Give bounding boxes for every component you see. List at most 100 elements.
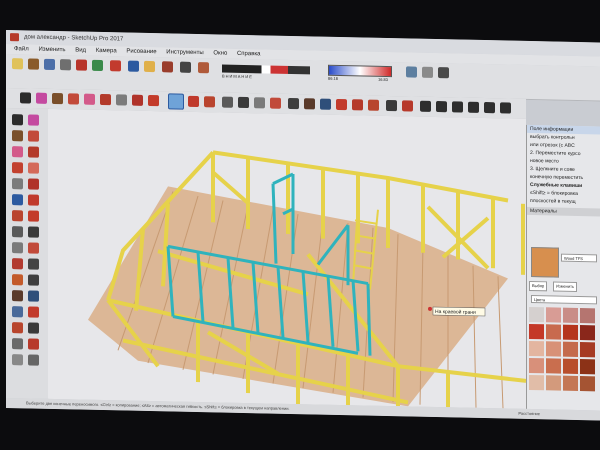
zoom-icon[interactable] (320, 98, 331, 110)
print-icon[interactable] (162, 61, 173, 73)
dimension-tool-icon[interactable] (28, 226, 39, 238)
axes-tool-icon[interactable] (12, 258, 23, 270)
instructor-header[interactable]: Поле информации (527, 124, 600, 135)
menu-view[interactable]: Вид (75, 45, 86, 55)
material-swatch[interactable] (546, 375, 561, 391)
select-tool-icon[interactable] (12, 114, 23, 126)
offset-icon[interactable] (148, 94, 159, 107)
follow-me-tool-icon[interactable] (28, 178, 39, 190)
line-icon[interactable] (52, 92, 63, 105)
tape-icon[interactable] (222, 96, 233, 108)
eraser-icon[interactable] (36, 92, 47, 104)
menu-help[interactable]: Справка (237, 49, 261, 59)
move-tool-icon[interactable] (12, 194, 23, 206)
protractor-tool-icon[interactable] (12, 242, 23, 254)
material-swatch[interactable] (529, 323, 544, 340)
material-swatch[interactable] (563, 358, 578, 374)
new-file-icon[interactable] (12, 58, 23, 70)
material-swatch[interactable] (529, 340, 544, 357)
erase-icon[interactable] (110, 60, 121, 72)
text-icon[interactable] (270, 97, 281, 109)
arc-icon[interactable] (68, 93, 79, 105)
material-swatch[interactable] (580, 308, 595, 324)
scale-icon[interactable] (204, 96, 215, 108)
material-swatch[interactable] (580, 359, 595, 375)
walk-icon[interactable] (386, 99, 397, 112)
scale-tool-icon[interactable] (12, 210, 23, 222)
sandbox-tool-icon[interactable] (12, 354, 23, 366)
tab-edit[interactable]: Изменить (553, 281, 578, 292)
move-icon[interactable] (168, 93, 184, 110)
shadow-icon[interactable] (422, 66, 433, 78)
menu-file[interactable]: Файл (14, 44, 29, 54)
section-icon[interactable] (402, 100, 413, 112)
house-frame-model[interactable]: На краевой грани (48, 109, 526, 409)
copy-icon[interactable] (76, 59, 87, 71)
drawing-viewport[interactable]: На краевой грани (48, 108, 526, 409)
offset-tool-icon[interactable] (28, 210, 39, 222)
zoom-extents-icon[interactable] (336, 98, 347, 111)
redo-icon[interactable] (144, 60, 155, 73)
rectangle-icon[interactable] (84, 93, 95, 105)
left-view-icon[interactable] (500, 102, 511, 114)
right-view-icon[interactable] (468, 101, 479, 113)
dimension-icon[interactable] (238, 96, 249, 109)
warehouse-icon[interactable] (198, 62, 209, 74)
rectangle-tool-icon[interactable] (12, 146, 23, 158)
material-swatch[interactable] (546, 341, 561, 357)
save-icon[interactable] (44, 58, 55, 71)
materials-header[interactable]: Материалы (527, 206, 600, 217)
material-swatch[interactable] (546, 324, 561, 340)
pan-tool-icon[interactable] (12, 290, 23, 302)
circle-icon[interactable] (100, 93, 111, 106)
follow-me-icon[interactable] (132, 94, 143, 106)
orbit-icon[interactable] (288, 97, 299, 110)
menu-window[interactable]: Окно (213, 48, 227, 58)
rotate-tool-icon[interactable] (28, 194, 39, 206)
undo-icon[interactable] (128, 60, 139, 72)
model-info-icon[interactable] (180, 61, 191, 73)
material-swatch[interactable] (529, 374, 544, 391)
material-swatch[interactable] (580, 325, 595, 341)
open-file-icon[interactable] (28, 58, 39, 70)
tab-select[interactable]: Выбор (529, 280, 548, 292)
menu-camera[interactable]: Камера (96, 46, 117, 56)
zoom-window-tool-icon[interactable] (12, 306, 23, 318)
menu-edit[interactable]: Изменить (38, 45, 65, 56)
dynamic-tool-icon[interactable] (28, 354, 39, 366)
freehand-tool-icon[interactable] (28, 162, 39, 174)
material-swatch[interactable] (546, 358, 561, 374)
material-swatch[interactable] (563, 307, 578, 323)
layers-icon[interactable] (406, 66, 417, 78)
orbit-tool-icon[interactable] (28, 274, 39, 286)
section-tool-icon[interactable] (28, 338, 39, 350)
rotate-icon[interactable] (188, 95, 199, 108)
material-swatch[interactable] (529, 306, 544, 323)
material-name-field[interactable]: Wood TFS (561, 253, 597, 263)
eraser-tool-icon[interactable] (28, 114, 39, 126)
text-tool-icon[interactable] (28, 242, 39, 254)
camera-icon[interactable] (368, 99, 379, 111)
previous-view-icon[interactable] (352, 99, 363, 111)
look-around-tool-icon[interactable] (12, 338, 23, 350)
cut-icon[interactable] (60, 59, 71, 71)
protractor-icon[interactable] (254, 97, 265, 109)
paint-tool-icon[interactable] (12, 274, 23, 286)
3d-text-tool-icon[interactable] (28, 258, 39, 270)
polygon-tool-icon[interactable] (12, 162, 23, 174)
material-swatch[interactable] (529, 357, 544, 374)
pan-icon[interactable] (304, 98, 315, 110)
pencil-tool-icon[interactable] (12, 130, 23, 142)
tape-tool-icon[interactable] (12, 226, 23, 238)
material-swatch[interactable] (563, 375, 578, 391)
push-pull-tool-icon[interactable] (12, 178, 23, 190)
zoom-extents-tool-icon[interactable] (28, 306, 39, 318)
material-swatch[interactable] (580, 342, 595, 358)
back-view-icon[interactable] (484, 102, 495, 114)
material-swatch[interactable] (580, 376, 595, 392)
position-camera-tool-icon[interactable] (12, 322, 23, 334)
material-swatch[interactable] (563, 324, 578, 340)
paste-icon[interactable] (92, 59, 103, 72)
circle-tool-icon[interactable] (28, 146, 39, 158)
fog-icon[interactable] (438, 67, 449, 79)
